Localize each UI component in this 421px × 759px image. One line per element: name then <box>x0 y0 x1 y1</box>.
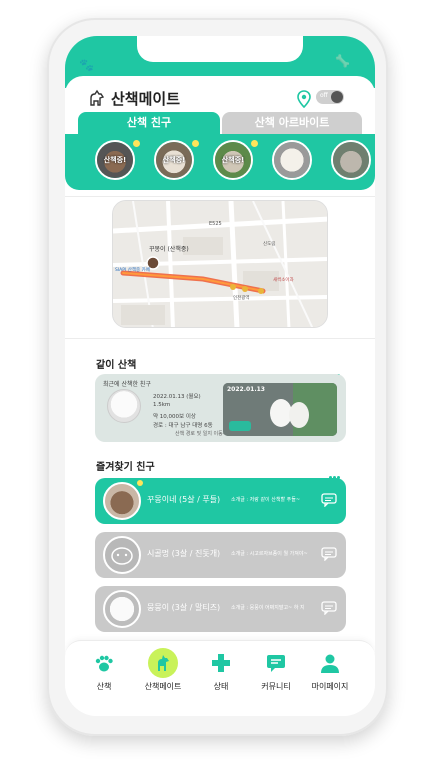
map-label: 인천광역 <box>233 294 250 301</box>
divider <box>65 196 375 197</box>
friend-avatar-placeholder <box>103 536 141 574</box>
location-pin-icon[interactable] <box>297 90 311 108</box>
walk-photo[interactable]: 2022.01.13 <box>223 383 337 436</box>
friends-strip: 산책중! 산책중! 산책중! <box>65 134 375 190</box>
friend-avatar[interactable] <box>331 140 371 180</box>
nav-label: 마이페이지 <box>311 682 349 691</box>
phone-notch <box>137 36 303 62</box>
nav-status[interactable]: 상태 <box>196 651 246 692</box>
paw-icon <box>92 651 116 675</box>
recent-walk-card[interactable]: 최근에 산책한 친구 2022.01.13 (월요) 1.5km 약 10,00… <box>95 374 346 442</box>
nav-label: 산책메이트 <box>144 682 182 691</box>
recent-friend-avatar <box>107 389 141 423</box>
friend-avatar[interactable] <box>272 140 312 180</box>
nav-community[interactable]: 커뮤니티 <box>251 651 301 692</box>
friend-avatar[interactable]: 산책중! <box>154 140 194 180</box>
nav-mypage[interactable]: 마이페이지 <box>305 651 355 692</box>
walk-map[interactable]: 꾸몽이 (산책중) E525 SIAPI 산책중 카페 인천광역 새싹소아과 신… <box>112 200 328 328</box>
toggle-knob <box>331 91 343 103</box>
favorite-friend-item[interactable]: 시골멍 (3살 / 진돗개) 소개글 : 시고르자브종이 뭘 가져야~ <box>95 532 346 578</box>
favorite-friend-item[interactable]: 뭉뭉이 (3살 / 말티즈) 소개글 : 뭉뭉이 어쩌지말고~ 하 지 <box>95 586 346 632</box>
map-canvas: 꾸몽이 (산책중) E525 SIAPI 산책중 카페 인천광역 새싹소아과 신… <box>113 201 327 327</box>
divider <box>65 338 375 339</box>
recent-walk-label: 최근에 산책한 친구 <box>103 381 151 388</box>
online-indicator <box>251 140 258 147</box>
map-label: 신도림 <box>263 240 275 247</box>
paw-decor-icon: 🐾 <box>79 58 94 72</box>
friend-name: 시골멍 (3살 / 진돗개) <box>147 549 221 558</box>
friend-intro: 소개글 : 저랑 같이 산책할 푸들~ <box>231 497 301 503</box>
section-title-favorites: 즐겨찾기 친구 <box>96 462 155 473</box>
tab-walk-parttime[interactable]: 산책 아르바이트 <box>222 112 362 134</box>
dog-logo-icon <box>90 89 105 106</box>
app-title: 산책메이트 <box>111 90 181 108</box>
map-label: 새싹소아과 <box>273 276 294 283</box>
walk-route: 경로 : 대구 남구 대명 6동 <box>153 423 213 429</box>
walk-distance: 1.5km <box>153 402 171 408</box>
friend-status: 산책중! <box>221 156 245 164</box>
map-label: SIAPI 산책중 카페 <box>115 266 150 273</box>
friend-intro: 소개글 : 시고르자브종이 뭘 가져야~ <box>231 551 308 557</box>
tab-walk-friend[interactable]: 산책 친구 <box>78 112 220 134</box>
nav-label: 산책 <box>96 682 112 691</box>
friend-status: 산책중! <box>162 156 186 164</box>
online-indicator <box>133 140 140 147</box>
more-options-icon[interactable] <box>329 362 343 377</box>
dog-icon <box>148 648 178 678</box>
chat-icon[interactable] <box>321 601 337 615</box>
online-indicator <box>192 140 199 147</box>
walk-date: 2022.01.13 (월요) <box>153 394 201 400</box>
toggle-label: off <box>320 92 328 99</box>
photo-date: 2022.01.13 <box>227 386 265 393</box>
friend-avatar <box>103 590 141 628</box>
map-label: E525 <box>209 221 222 227</box>
friend-avatar[interactable]: 산책중! <box>213 140 253 180</box>
online-indicator <box>137 480 143 486</box>
favorite-friend-item[interactable]: 꾸몽이네 (5살 / 푸들) 소개글 : 저랑 같이 산책할 푸들~ <box>95 478 346 524</box>
nav-label: 커뮤니티 <box>261 682 291 691</box>
plus-icon <box>209 651 233 675</box>
chat-icon[interactable] <box>321 493 337 507</box>
nav-walkmate[interactable]: 산책메이트 <box>138 648 188 692</box>
location-toggle[interactable]: off <box>316 90 344 104</box>
nav-label: 상태 <box>213 682 229 691</box>
more-options-icon[interactable] <box>329 464 343 479</box>
person-icon <box>318 651 342 675</box>
friend-intro: 소개글 : 뭉뭉이 어쩌지말고~ 하 지 <box>231 605 305 611</box>
nav-walk[interactable]: 산책 <box>79 651 129 692</box>
section-title-together: 같이 산책 <box>96 360 137 371</box>
map-label: 꾸몽이 (산책중) <box>149 245 189 253</box>
walk-steps: 약 10,000보 이상 <box>153 414 196 420</box>
chat-icon <box>264 651 288 675</box>
app-screen: 🐾 🦴 산책메이트 off 산책 친구 산책 아르바이트 산책중! 산책중! 산… <box>65 36 375 716</box>
bone-decor-icon: 🦴 <box>335 54 350 68</box>
friend-name: 꾸몽이네 (5살 / 푸들) <box>147 495 221 504</box>
bottom-nav: 산책 산책메이트 상태 커뮤니티 마이페이지 <box>65 640 375 716</box>
chat-icon[interactable] <box>321 547 337 561</box>
friend-avatar[interactable]: 산책중! <box>95 140 135 180</box>
friend-status: 산책중! <box>103 156 127 164</box>
friend-name: 뭉뭉이 (3살 / 말티즈) <box>147 603 221 612</box>
friend-avatar <box>103 482 141 520</box>
dog-placeholder-icon <box>111 547 133 565</box>
